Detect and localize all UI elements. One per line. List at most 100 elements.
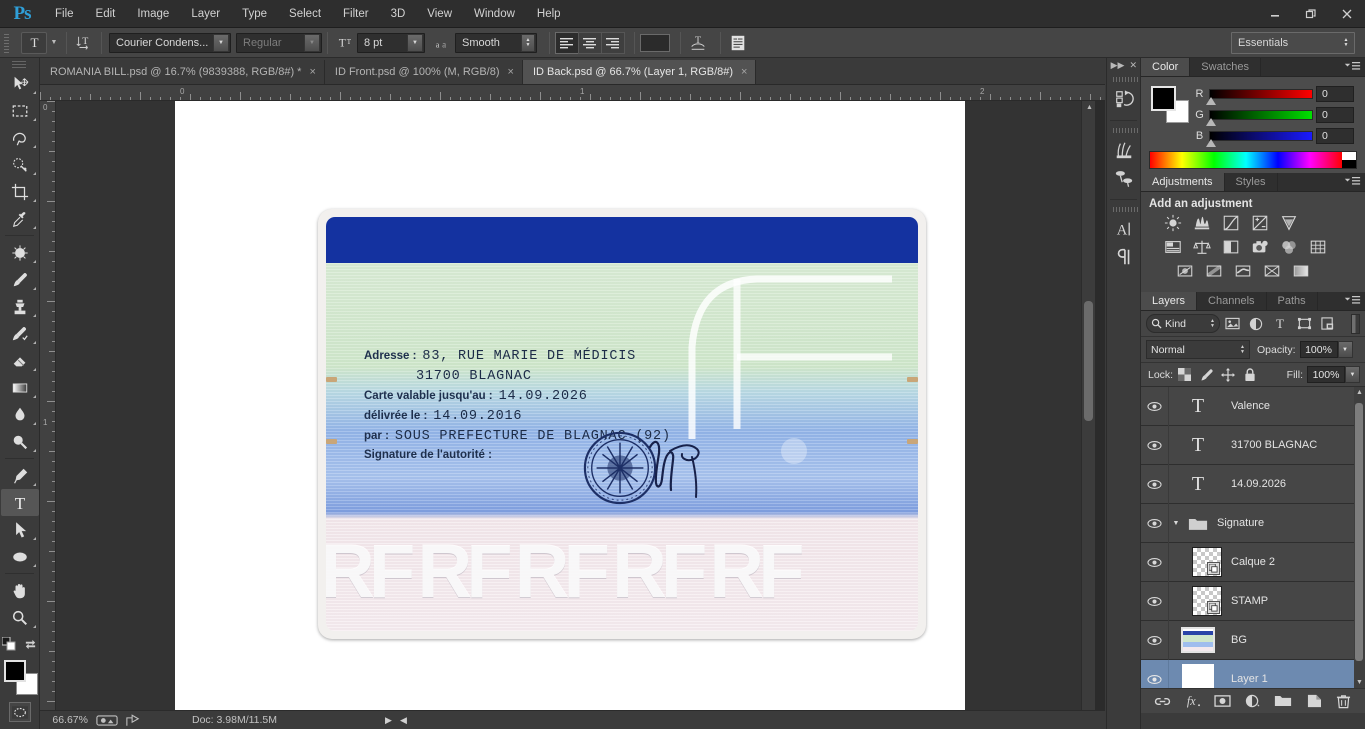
- brightness-contrast-icon[interactable]: [1163, 214, 1183, 232]
- menu-view[interactable]: View: [416, 0, 463, 28]
- workspace-stepper-icon[interactable]: ▲ ▼: [1339, 34, 1353, 52]
- character-panel-icon[interactable]: [726, 32, 750, 54]
- layer-visibility-toggle[interactable]: [1141, 425, 1169, 465]
- table-row[interactable]: Calque 2: [1141, 542, 1365, 582]
- collapse-to-icons-icon[interactable]: ▶▶: [1111, 60, 1125, 71]
- curves-icon[interactable]: [1221, 214, 1241, 232]
- tab-channels[interactable]: Channels: [1197, 292, 1267, 310]
- anti-alias-stepper-icon[interactable]: ▲ ▼: [521, 33, 535, 52]
- levels-icon[interactable]: [1192, 214, 1212, 232]
- preview-toggle-icon[interactable]: [96, 714, 118, 727]
- brush-tool-icon[interactable]: [1, 266, 39, 293]
- quick-mask-icon[interactable]: [8, 702, 31, 722]
- brush-presets-icon[interactable]: [1109, 136, 1139, 164]
- zoom-level[interactable]: 66.67%: [40, 714, 92, 726]
- layer-visibility-toggle[interactable]: [1141, 503, 1169, 543]
- table-row[interactable]: T 14.09.2026: [1141, 464, 1365, 504]
- layer-visibility-toggle[interactable]: [1141, 620, 1169, 660]
- type-tool-icon[interactable]: T: [0, 489, 39, 516]
- pixel-filter-icon[interactable]: [1220, 313, 1244, 335]
- align-right-icon[interactable]: [601, 31, 625, 54]
- table-row[interactable]: ▼ Signature: [1141, 503, 1365, 543]
- black-white-icon[interactable]: [1221, 238, 1241, 256]
- path-selection-tool-icon[interactable]: [1, 516, 39, 543]
- layer-thumbnail[interactable]: [1169, 660, 1227, 688]
- table-row[interactable]: T Valence: [1141, 387, 1365, 426]
- layer-thumbnail[interactable]: [1169, 621, 1227, 660]
- new-layer-icon[interactable]: [1303, 690, 1325, 712]
- type-filter-icon[interactable]: T: [1268, 313, 1292, 335]
- vibrance-icon[interactable]: [1279, 214, 1299, 232]
- font-family-combo[interactable]: Courier Condens... ▼: [109, 32, 231, 53]
- layer-name[interactable]: Calque 2: [1227, 556, 1275, 568]
- posterize-icon[interactable]: [1204, 262, 1224, 280]
- ellipse-shape-tool-icon[interactable]: [1, 543, 39, 570]
- clone-stamp-tool-icon[interactable]: [1, 293, 39, 320]
- layer-thumbnail[interactable]: T: [1169, 387, 1227, 426]
- quick-selection-tool-icon[interactable]: [1, 151, 39, 178]
- delete-layer-icon[interactable]: [1333, 690, 1355, 712]
- menu-layer[interactable]: Layer: [180, 0, 231, 28]
- panel-menu-icon[interactable]: [1343, 295, 1361, 306]
- layer-visibility-toggle[interactable]: [1141, 659, 1169, 688]
- gradient-map-icon[interactable]: [1291, 262, 1311, 280]
- green-slider[interactable]: [1206, 109, 1313, 126]
- crop-tool-icon[interactable]: [1, 178, 39, 205]
- green-value[interactable]: 0: [1316, 106, 1354, 123]
- table-row[interactable]: Layer 1: [1141, 659, 1365, 688]
- clone-source-icon[interactable]: [1109, 164, 1139, 192]
- shape-filter-icon[interactable]: [1292, 313, 1316, 335]
- new-group-icon[interactable]: [1272, 690, 1294, 712]
- slider-knob[interactable]: [1206, 138, 1216, 147]
- layer-thumbnail[interactable]: [1169, 543, 1227, 582]
- add-layer-mask-icon[interactable]: [1212, 690, 1234, 712]
- status-play-arrow-icon[interactable]: ▶: [385, 715, 392, 726]
- foreground-color-swatch[interactable]: [3, 660, 26, 682]
- layer-name[interactable]: Signature: [1213, 517, 1264, 529]
- paragraph-icon[interactable]: [1109, 243, 1139, 271]
- layer-list[interactable]: T Valence T 31700 BLAGNAC T 14.09.2026 ▼…: [1141, 387, 1365, 688]
- blue-slider[interactable]: [1206, 130, 1313, 147]
- layer-filter-stepper-icon[interactable]: ▲ ▼: [1210, 318, 1215, 329]
- vertical-ruler[interactable]: 0 1: [40, 101, 56, 729]
- menu-filter[interactable]: Filter: [332, 0, 380, 28]
- selective-color-icon[interactable]: [1262, 262, 1282, 280]
- layer-visibility-toggle[interactable]: [1141, 464, 1169, 504]
- horizontal-ruler[interactable]: 0 1 2: [40, 85, 1105, 101]
- layer-name[interactable]: Valence: [1227, 400, 1270, 412]
- scroll-up-arrow-icon[interactable]: ▲: [1086, 104, 1093, 111]
- blur-tool-icon[interactable]: [1, 401, 39, 428]
- tab-romania-bill[interactable]: ROMANIA BILL.psd @ 16.7% (9839388, RGB/8…: [40, 60, 325, 84]
- new-fill-adjustment-icon[interactable]: [1242, 690, 1264, 712]
- slider-knob[interactable]: [1206, 117, 1216, 126]
- invert-icon[interactable]: [1175, 262, 1195, 280]
- fill-value[interactable]: 100%: [1307, 366, 1345, 383]
- layer-name[interactable]: BG: [1227, 634, 1247, 646]
- tab-color[interactable]: Color: [1141, 58, 1191, 76]
- scroll-down-arrow-icon[interactable]: ▼: [1356, 679, 1363, 686]
- minimize-icon[interactable]: [1257, 0, 1293, 28]
- white-black-swatches[interactable]: [1342, 152, 1356, 168]
- layer-thumbnail[interactable]: T: [1169, 426, 1227, 465]
- history-brush-tool-icon[interactable]: [1, 320, 39, 347]
- scroll-up-arrow-icon[interactable]: ▲: [1356, 389, 1363, 396]
- menu-3d[interactable]: 3D: [380, 0, 417, 28]
- gradient-tool-icon[interactable]: [1, 374, 39, 401]
- filter-enable-toggle[interactable]: [1351, 313, 1360, 334]
- text-tool-icon[interactable]: T: [21, 31, 47, 54]
- zoom-tool-icon[interactable]: [1, 604, 39, 631]
- layer-name[interactable]: 14.09.2026: [1227, 478, 1286, 490]
- panel-menu-icon[interactable]: [1343, 61, 1361, 72]
- rail-grip[interactable]: [1107, 126, 1140, 134]
- canvas-vertical-scrollbar[interactable]: ▲ ▼: [1081, 101, 1095, 729]
- rail-grip[interactable]: [1107, 75, 1140, 83]
- close-icon[interactable]: ✕: [1129, 60, 1137, 71]
- adjustment-filter-icon[interactable]: [1244, 313, 1268, 335]
- tab-id-front[interactable]: ID Front.psd @ 100% (M, RGB/8) ×: [324, 60, 523, 84]
- pen-tool-icon[interactable]: [1, 462, 39, 489]
- default-colors-icon[interactable]: [1, 636, 16, 654]
- table-row[interactable]: T 31700 BLAGNAC: [1141, 425, 1365, 465]
- menu-file[interactable]: File: [44, 0, 85, 28]
- spectrum-bar[interactable]: [1150, 152, 1342, 168]
- menu-select[interactable]: Select: [278, 0, 332, 28]
